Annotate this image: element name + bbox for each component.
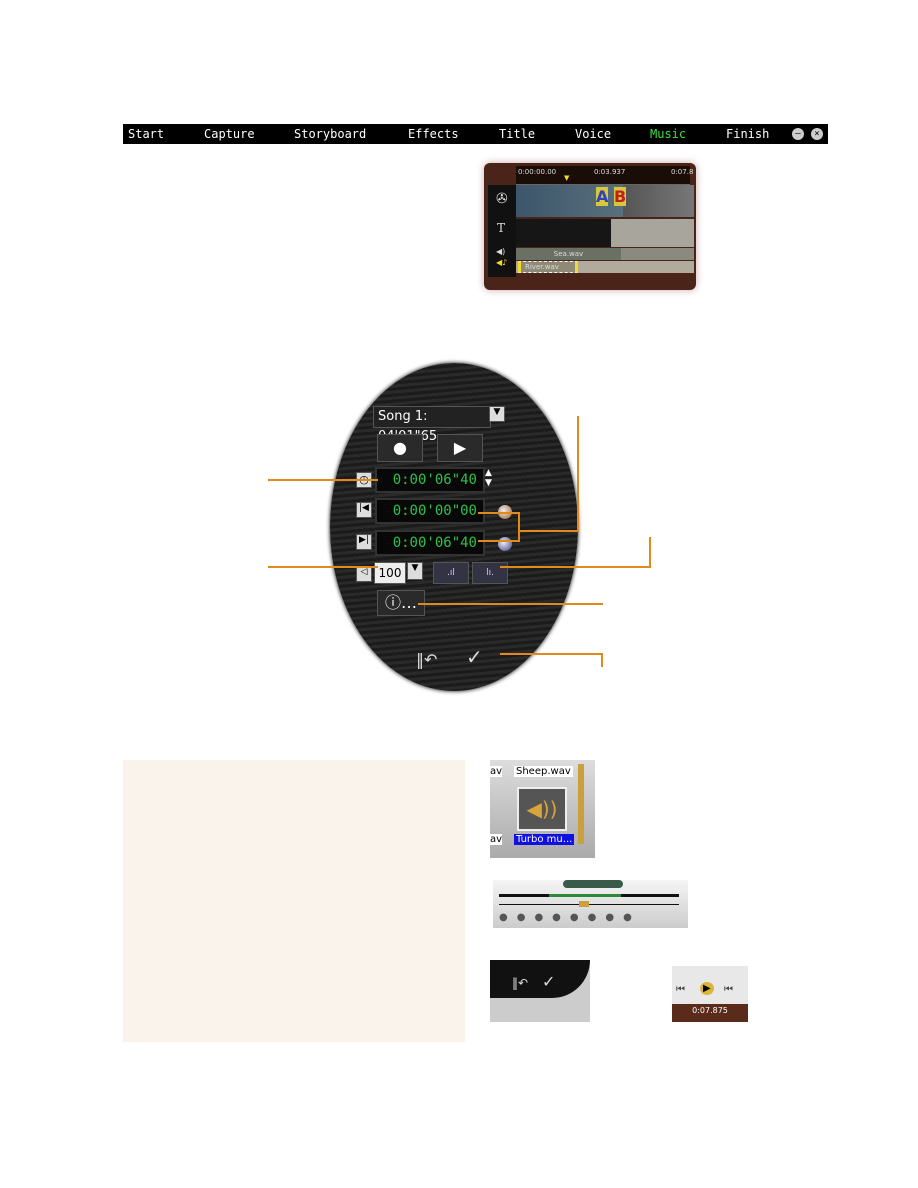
ruler-label: 0:03.937 [594,168,626,176]
timeline-screenshot: 0:00:00.00 0:03.937 0:07.8 ▼ ✇ T ◀) ◀♪ A… [484,163,696,290]
ok-button-thumbnail: ‖↶ ✓ [490,960,590,1022]
duration-field[interactable]: 0:00'06"40 [375,467,485,493]
play-button-thumbnail: ⏮ ▶ ⏮ 0:07.875 [672,966,748,1022]
clip-library-thumbnail: av Sheep.wav ◀)) av Turbo mu... [490,760,595,858]
end-time-field[interactable]: 0:00'06"40 [375,530,485,556]
clip-label: av [490,834,503,845]
volume-dropdown-icon[interactable]: ▼ [407,562,423,580]
undo-button[interactable]: ‖↶ [416,650,437,669]
start-time-field[interactable]: 0:00'00"00 [375,498,485,524]
playhead-icon[interactable]: ▼ [564,174,569,182]
menu-start[interactable]: Start [128,127,164,141]
volume-icon: ◁ [356,566,372,582]
clip-label-selected[interactable]: Turbo mu... [514,834,575,845]
duration-spinner[interactable]: ▲ ▼ [485,468,492,488]
menu-storyboard[interactable]: Storyboard [294,127,366,141]
next-icon: ⏮ [724,984,733,995]
dropdown-icon[interactable]: ▼ [489,406,505,422]
title-track [516,219,694,247]
scrollbar[interactable] [578,764,584,844]
trim-player-thumbnail: ●●●●●●●● [493,880,688,928]
transition-a: A [596,187,609,206]
menu-finish[interactable]: Finish [726,127,769,141]
scrubber-handle[interactable] [579,901,589,907]
menu-music[interactable]: Music [650,127,686,141]
timeline-ruler: 0:00:00.00 0:03.937 0:07.8 ▼ [516,166,694,185]
transition-b: B [614,187,627,206]
speaker-icon[interactable]: ◀)) [517,787,567,831]
menu-voice[interactable]: Voice [575,127,611,141]
music-clip[interactable]: River.wav [518,261,578,273]
note-box [123,760,465,1042]
undo-icon: ‖↶ [512,976,529,990]
menu-effects[interactable]: Effects [408,127,459,141]
play-button[interactable]: ▶ [437,434,483,462]
main-menu-bar: Start Capture Storyboard Effects Title V… [123,124,828,144]
menu-title[interactable]: Title [499,127,535,141]
music-track: River.wav [516,261,694,273]
transport-buttons[interactable]: ●●●●●●●● [499,912,641,923]
track-icons: ✇ T ◀) ◀♪ [488,185,516,277]
play-icon: ▶ [700,982,714,995]
prev-icon: ⏮ [676,984,685,995]
voice-clip[interactable]: Sea.wav [516,248,621,260]
clip-label: av [490,766,503,777]
record-button[interactable]: ● [377,434,423,462]
ok-check-button[interactable]: ✓ [466,645,483,669]
mark-in-icon[interactable]: |◀ [356,502,372,518]
title-track-icon: T [497,221,506,235]
video-track-icon: ✇ [496,191,508,207]
music-track-icon: ◀♪ [496,258,508,267]
mark-out-icon[interactable]: ▶| [356,534,372,550]
check-icon: ✓ [542,972,556,991]
page: Start Capture Storyboard Effects Title V… [0,0,918,1188]
ruler-label: 0:00:00.00 [518,168,557,176]
minimize-icon[interactable]: – [792,128,804,140]
fade-in-button[interactable]: .ıl [433,562,469,584]
ruler-label: 0:07.8 [671,168,694,176]
video-track: A B [516,185,694,217]
close-icon[interactable]: × [811,128,823,140]
song-select[interactable]: Song 1: 04'01"65 [373,406,491,444]
clip-label: Sheep.wav [514,766,573,777]
voice-track-icon: ◀) [496,247,506,256]
menu-capture[interactable]: Capture [204,127,255,141]
voice-track: Sea.wav [516,248,694,260]
time-readout: 0:07.875 [672,1004,748,1022]
volume-field[interactable]: 100 [374,562,406,584]
